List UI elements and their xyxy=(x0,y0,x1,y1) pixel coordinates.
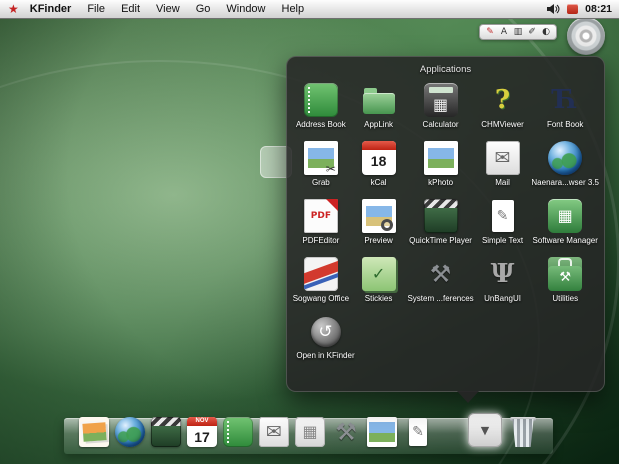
clapperboard-icon xyxy=(424,199,458,233)
menu-file[interactable]: File xyxy=(79,0,113,18)
app-applink[interactable]: AppLink xyxy=(350,81,408,139)
screenshot-icon: ✂ xyxy=(304,141,338,175)
question-mark-icon: ? xyxy=(486,83,520,117)
app-kcal[interactable]: 18 kCal xyxy=(350,139,408,197)
envelope-icon: ✉ xyxy=(259,417,289,447)
dock-quicktime[interactable] xyxy=(150,417,182,447)
photo-album-icon xyxy=(79,417,109,447)
red-star-menu-icon[interactable]: ★ xyxy=(0,2,28,16)
menu-window[interactable]: Window xyxy=(218,0,273,18)
globe-icon xyxy=(548,141,582,175)
app-software-manager[interactable]: ▦ Software Manager xyxy=(531,197,599,255)
app-chmviewer[interactable]: ? CHMViewer xyxy=(474,81,532,139)
sticky-note-icon: ✓ xyxy=(362,257,396,291)
app-pdfeditor[interactable]: PDF PDFEditor xyxy=(292,197,350,255)
dock-calendar[interactable]: NOV17 xyxy=(186,417,218,447)
applications-stack-popup: Applications Address Book AppLink ▦ Calc… xyxy=(286,56,605,392)
dock-photo-album[interactable] xyxy=(78,417,110,447)
folder-icon xyxy=(362,83,396,117)
harp-icon: Ψ xyxy=(486,257,520,291)
menu-kfinder[interactable]: KFinder xyxy=(28,0,80,18)
disc-icon[interactable] xyxy=(567,17,605,55)
app-grid: Address Book AppLink ▦ Calculator ? CHMV… xyxy=(292,81,599,313)
envelope-icon: ✉ xyxy=(486,141,520,175)
dock-system-preferences[interactable]: ⚒ xyxy=(330,417,362,447)
toolbox-icon: ⚒ xyxy=(548,257,582,291)
app-calculator[interactable]: ▦ Calculator xyxy=(407,81,473,139)
app-grab[interactable]: ✂ Grab xyxy=(292,139,350,197)
dock-calculator[interactable]: ▦ xyxy=(294,417,326,447)
stack-open-icon: ▼ xyxy=(468,413,502,447)
photo-icon xyxy=(367,417,397,447)
menu-view[interactable]: View xyxy=(148,0,188,18)
app-naenara-browser[interactable]: Naenara...wser 3.5 xyxy=(531,139,599,197)
text-document-icon: ✎ xyxy=(403,417,433,447)
address-book-icon xyxy=(304,83,338,117)
office-suite-icon xyxy=(304,257,338,291)
menu-bar: ★ KFinder File Edit View Go Window Help … xyxy=(0,0,619,19)
open-arrow-icon: ↺ xyxy=(311,317,341,347)
menu-edit[interactable]: Edit xyxy=(113,0,148,18)
grid-app-icon: ▦ xyxy=(295,417,325,447)
input-method-toolbar[interactable]: ✎ A ▥ ✐ ◐ xyxy=(479,24,557,40)
calendar-icon: 18 xyxy=(362,141,396,175)
app-simple-text[interactable]: ✎ Simple Text xyxy=(474,197,532,255)
dock: NOV17 ✉ ▦ ⚒ ✎ ▼ xyxy=(72,406,545,454)
pdf-icon: PDF xyxy=(304,199,338,233)
app-address-book[interactable]: Address Book xyxy=(292,81,350,139)
clapperboard-icon xyxy=(151,417,181,447)
photo-icon xyxy=(424,141,458,175)
package-box-icon: ▦ xyxy=(548,199,582,233)
menu-go[interactable]: Go xyxy=(188,0,219,18)
app-utilities[interactable]: ⚒ Utilities xyxy=(531,255,599,313)
app-unbangui[interactable]: Ψ UnBangUI xyxy=(474,255,532,313)
app-quicktime-player[interactable]: QuickTime Player xyxy=(407,197,473,255)
pen-icon[interactable]: ✎ xyxy=(484,27,496,37)
dock-trash[interactable] xyxy=(507,417,539,447)
handwriting-icon[interactable]: ✐ xyxy=(526,27,538,37)
trash-icon xyxy=(511,417,535,447)
tools-icon: ⚒ xyxy=(331,417,361,447)
latin-mode-icon[interactable]: A xyxy=(498,27,510,37)
app-stickies[interactable]: ✓ Stickies xyxy=(350,255,408,313)
app-mail[interactable]: ✉ Mail xyxy=(474,139,532,197)
address-book-icon xyxy=(223,417,253,447)
volume-icon[interactable] xyxy=(546,3,560,15)
dock-mail[interactable]: ✉ xyxy=(258,417,290,447)
app-preview[interactable]: Preview xyxy=(350,197,408,255)
dock-applications-stack[interactable]: ▼ xyxy=(467,413,503,447)
dock-text-editor[interactable]: ✎ xyxy=(402,417,434,447)
menu-clock: 08:21 xyxy=(585,3,612,15)
font-glyph-icon: Ћ xyxy=(548,83,582,117)
app-font-book[interactable]: Ћ Font Book xyxy=(531,81,599,139)
app-sogwang-office[interactable]: Sogwang Office xyxy=(292,255,350,313)
calculator-icon: ▦ xyxy=(424,83,458,117)
popup-pointer xyxy=(457,391,479,403)
menu-help[interactable]: Help xyxy=(274,0,313,18)
popup-title: Applications xyxy=(292,64,599,75)
dock-address-book[interactable] xyxy=(222,417,254,447)
magnifier-photo-icon xyxy=(362,199,396,233)
tools-icon: ⚒ xyxy=(424,257,458,291)
text-document-icon: ✎ xyxy=(486,199,520,233)
status-badge-icon[interactable] xyxy=(567,4,578,14)
dock-browser[interactable] xyxy=(114,417,146,447)
globe-icon xyxy=(115,417,145,447)
app-system-preferences[interactable]: ⚒ System ...ferences xyxy=(407,255,473,313)
open-in-kfinder-button[interactable]: ↺ Open in KFinder xyxy=(294,317,357,360)
desktop: ★ KFinder File Edit View Go Window Help … xyxy=(0,0,619,464)
dock-photos[interactable] xyxy=(366,417,398,447)
calendar-icon: NOV17 xyxy=(187,417,217,447)
app-kphoto[interactable]: kPhoto xyxy=(407,139,473,197)
mode-ball-icon[interactable]: ◐ xyxy=(540,27,552,37)
panel-icon[interactable]: ▥ xyxy=(512,27,524,37)
